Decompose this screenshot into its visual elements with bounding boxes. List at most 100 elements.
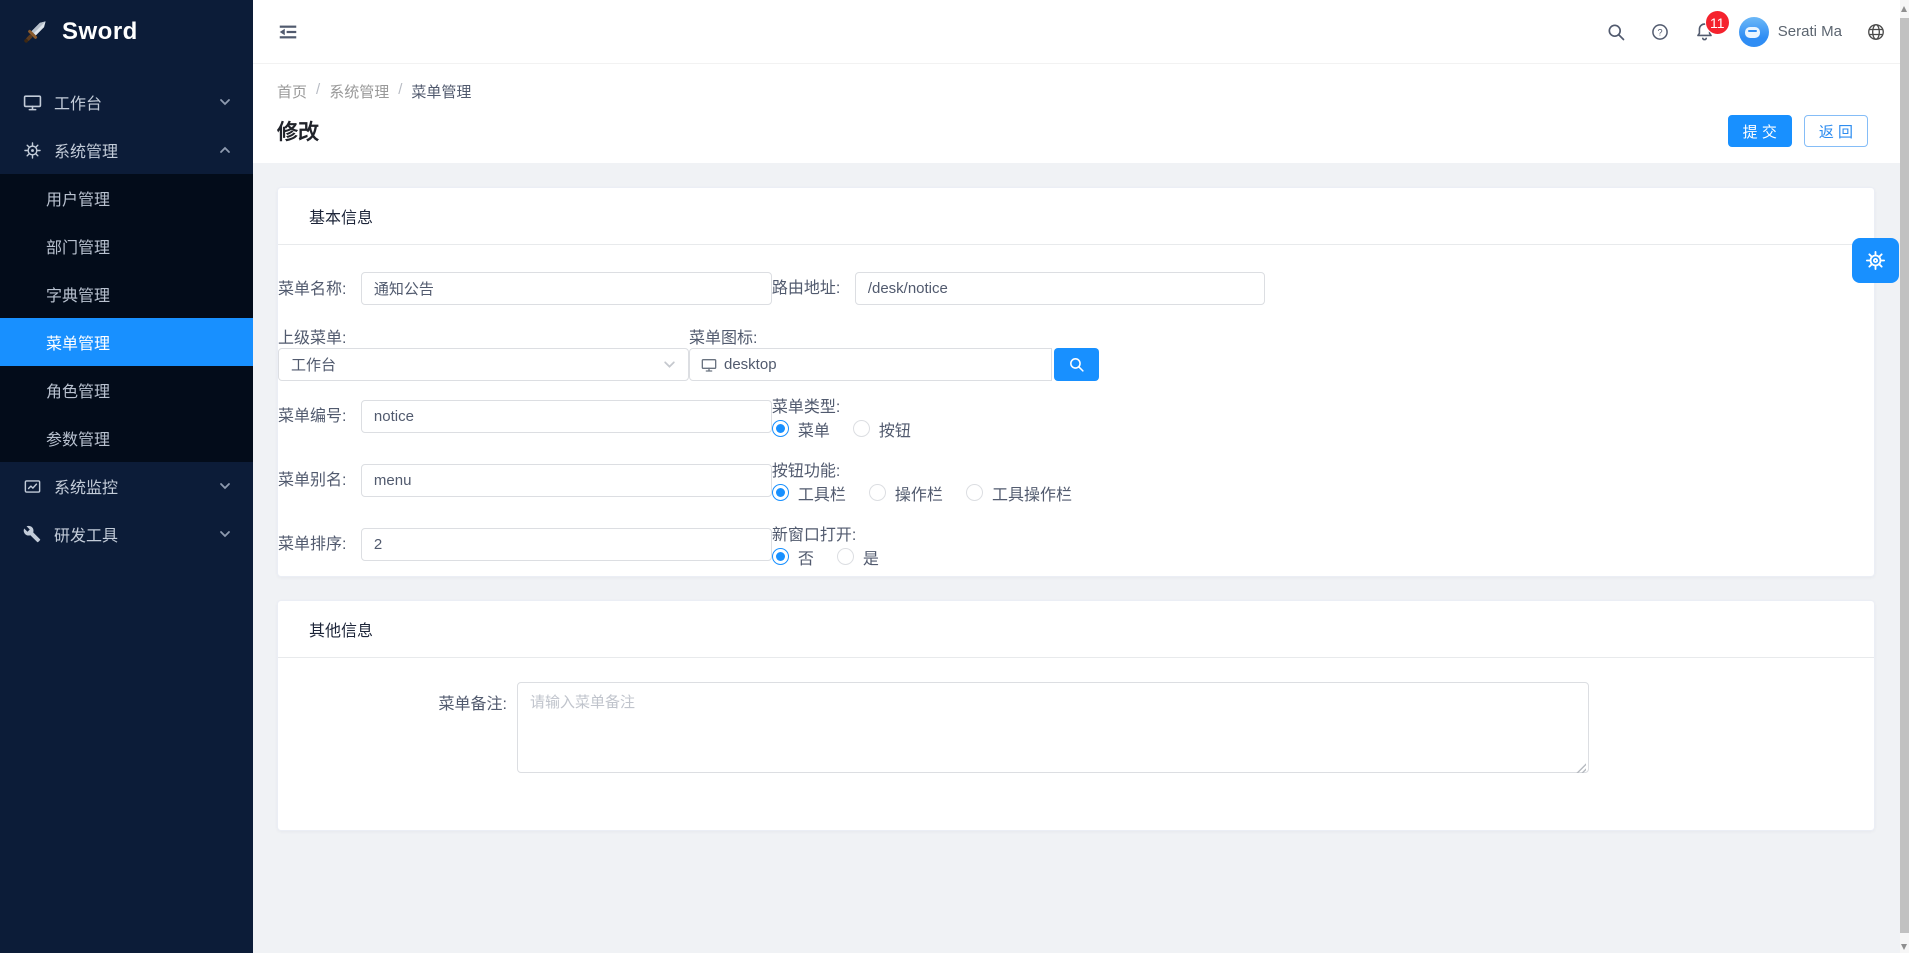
- radio-selected-icon: [772, 548, 789, 565]
- desktop-icon: [22, 92, 42, 112]
- menu-code-label: 菜单编号:: [278, 408, 356, 425]
- basic-info-card: 基本信息 菜单名称: 路由地址: 上级菜单: 工作台: [277, 187, 1875, 577]
- wrench-icon: [22, 524, 42, 544]
- menu-name-label: 菜单名称:: [278, 281, 356, 298]
- radio-unselected-icon: [837, 548, 854, 565]
- help-icon[interactable]: ?: [1650, 22, 1670, 42]
- topbar-actions: ? 11 Serati Ma: [1606, 17, 1886, 47]
- system-management-submenu: 用户管理 部门管理 字典管理 菜单管理 角色管理 参数管理: [0, 174, 253, 462]
- content: 基本信息 菜单名称: 路由地址: 上级菜单: 工作台: [253, 163, 1900, 953]
- icon-search-button[interactable]: [1054, 348, 1099, 381]
- menu-alias-input[interactable]: [361, 464, 772, 497]
- avatar: [1739, 17, 1769, 47]
- menu-icon-value: desktop: [724, 356, 777, 373]
- radio-option-menu[interactable]: 菜单: [772, 417, 830, 441]
- sidebar-item-parameter-management[interactable]: 参数管理: [0, 414, 253, 462]
- chevron-down-icon: [219, 96, 231, 108]
- route-label: 路由地址:: [772, 280, 850, 297]
- search-icon[interactable]: [1606, 22, 1626, 42]
- menu-icon-label: 菜单图标:: [689, 330, 767, 347]
- sidebar-item-dictionary-management[interactable]: 字典管理: [0, 270, 253, 318]
- radio-selected-icon: [772, 484, 789, 501]
- sidebar-item-workbench[interactable]: 工作台: [0, 78, 253, 126]
- menu-type-radio-group: 菜单 按钮: [772, 417, 911, 441]
- sidebar-item-label: 系统管理: [54, 138, 118, 162]
- breadcrumb-separator: /: [316, 81, 320, 102]
- sidebar-item-dev-tools[interactable]: 研发工具: [0, 510, 253, 558]
- remark-textarea[interactable]: [517, 682, 1589, 773]
- radio-option-no[interactable]: 否: [772, 545, 814, 569]
- topbar: ? 11 Serati Ma: [253, 0, 1900, 64]
- menu-type-label: 菜单类型:: [772, 399, 850, 416]
- breadcrumb-home[interactable]: 首页: [277, 81, 307, 102]
- chevron-down-icon: [219, 480, 231, 492]
- button-func-label: 按钮功能:: [772, 463, 850, 480]
- menu-sort-input[interactable]: [361, 528, 772, 561]
- app-logo[interactable]: Sword: [0, 0, 253, 64]
- basic-info-card-header: 基本信息: [278, 188, 1874, 245]
- other-info-card-header: 其他信息: [278, 601, 1874, 658]
- user-menu[interactable]: Serati Ma: [1739, 17, 1842, 47]
- radio-option-toolbar[interactable]: 工具栏: [772, 481, 846, 505]
- sidebar-item-system-monitor[interactable]: 系统监控: [0, 462, 253, 510]
- new-window-radio-group: 否 是: [772, 545, 879, 569]
- scrollbar-thumb[interactable]: [1900, 18, 1909, 933]
- breadcrumb-current: 菜单管理: [411, 81, 471, 102]
- scrollbar-up-arrow[interactable]: [1901, 6, 1907, 12]
- gear-icon: [1864, 249, 1887, 272]
- menu-code-input[interactable]: [361, 400, 772, 433]
- radio-option-action-bar[interactable]: 操作栏: [869, 481, 943, 505]
- breadcrumb: 首页 / 系统管理 / 菜单管理: [277, 81, 1868, 102]
- sidebar: Sword 工作台 系统管理 用户管理 部门管理 字典管理 菜单管理: [0, 0, 253, 953]
- sidebar-item-label: 研发工具: [54, 522, 118, 546]
- sidebar-item-department-management[interactable]: 部门管理: [0, 222, 253, 270]
- sidebar-collapse-button[interactable]: [277, 21, 299, 43]
- remark-label: 菜单备注:: [278, 682, 517, 778]
- new-window-label: 新窗口打开:: [772, 527, 866, 544]
- user-name: Serati Ma: [1778, 23, 1842, 40]
- page-header: 首页 / 系统管理 / 菜单管理 修改 提 交 返 回: [253, 64, 1900, 163]
- sidebar-item-role-management[interactable]: 角色管理: [0, 366, 253, 414]
- parent-menu-value: 工作台: [291, 354, 336, 375]
- menu-alias-label: 菜单别名:: [278, 472, 356, 489]
- other-info-card: 其他信息 菜单备注:: [277, 600, 1875, 831]
- radio-option-yes[interactable]: 是: [837, 545, 879, 569]
- notification-badge: 11: [1705, 10, 1730, 35]
- radio-option-button[interactable]: 按钮: [853, 417, 911, 441]
- app-title: Sword: [62, 18, 138, 46]
- submit-button[interactable]: 提 交: [1728, 115, 1792, 147]
- radio-option-tool-action-bar[interactable]: 工具操作栏: [966, 481, 1072, 505]
- breadcrumb-system-management[interactable]: 系统管理: [329, 81, 389, 102]
- back-button[interactable]: 返 回: [1804, 115, 1868, 147]
- radio-unselected-icon: [966, 484, 983, 501]
- sidebar-item-label: 工作台: [54, 90, 102, 114]
- svg-text:?: ?: [1657, 27, 1662, 37]
- radio-unselected-icon: [853, 420, 870, 437]
- chevron-up-icon: [219, 144, 231, 156]
- scrollbar-down-arrow[interactable]: [1901, 944, 1907, 950]
- search-icon: [1068, 356, 1085, 373]
- menu-icon-input[interactable]: desktop: [689, 348, 1052, 381]
- chevron-down-icon: [663, 358, 676, 371]
- language-globe-icon[interactable]: [1866, 22, 1886, 42]
- page-title: 修改: [277, 116, 319, 146]
- route-input[interactable]: [855, 272, 1265, 305]
- breadcrumb-separator: /: [398, 81, 402, 102]
- chevron-down-icon: [219, 528, 231, 540]
- sidebar-item-user-management[interactable]: 用户管理: [0, 174, 253, 222]
- theme-settings-button[interactable]: [1852, 238, 1899, 283]
- notification-bell-icon[interactable]: 11: [1694, 21, 1715, 42]
- radio-selected-icon: [772, 420, 789, 437]
- sidebar-item-label: 系统监控: [54, 474, 118, 498]
- monitor-chart-icon: [22, 476, 42, 496]
- parent-menu-select[interactable]: 工作台: [278, 348, 689, 381]
- sidebar-item-system-management[interactable]: 系统管理: [0, 126, 253, 174]
- gear-icon: [22, 140, 42, 160]
- sidebar-menu: 工作台 系统管理 用户管理 部门管理 字典管理 菜单管理 角色管理 参数管理: [0, 64, 253, 558]
- page-scrollbar[interactable]: [1900, 0, 1909, 953]
- sidebar-item-menu-management[interactable]: 菜单管理: [0, 318, 253, 366]
- radio-unselected-icon: [869, 484, 886, 501]
- menu-sort-label: 菜单排序:: [278, 536, 356, 553]
- section-title: 其他信息: [309, 617, 373, 641]
- menu-name-input[interactable]: [361, 272, 772, 305]
